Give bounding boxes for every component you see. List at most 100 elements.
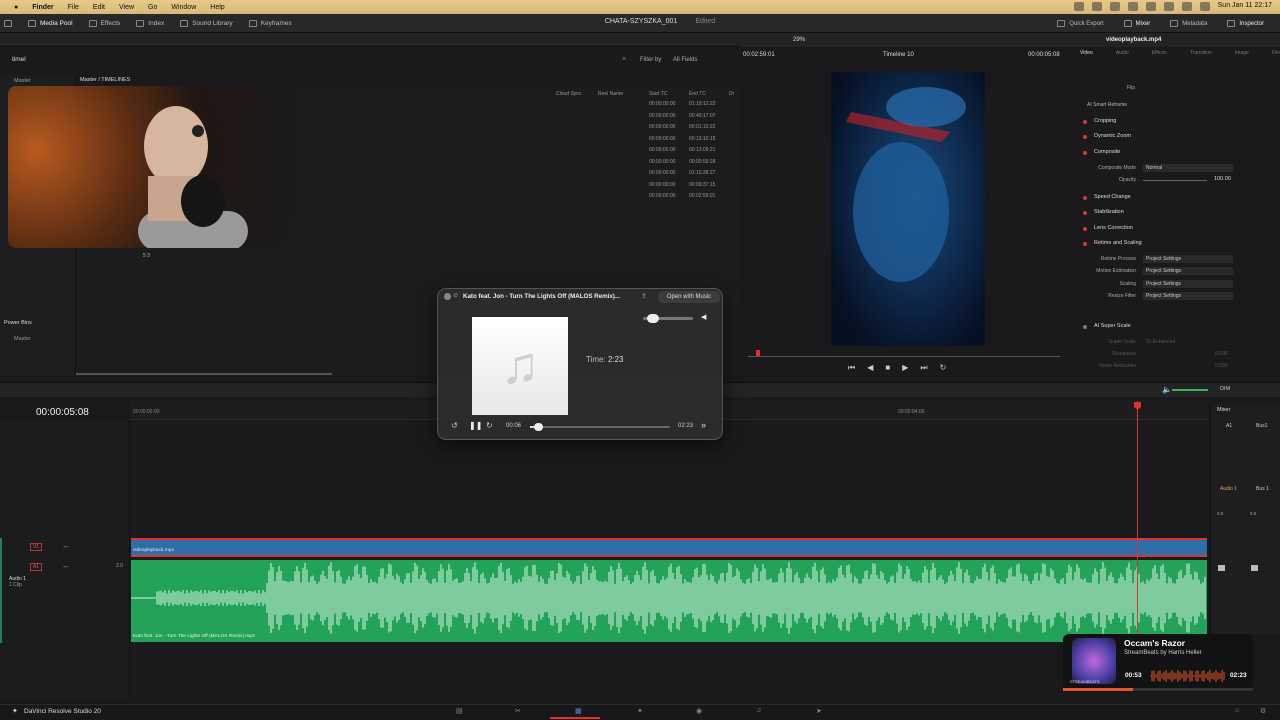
menu-help[interactable]: Help xyxy=(210,4,224,11)
retime-scaling-section[interactable]: Retime and Scaling xyxy=(1094,240,1142,246)
play-icon[interactable]: ▶ xyxy=(902,363,908,373)
quick-export-button[interactable]: Quick Export xyxy=(1049,14,1111,33)
jump-start-icon[interactable]: ⏮ xyxy=(848,363,855,373)
status-tray-icon[interactable] xyxy=(1073,2,1084,11)
fader-a1[interactable] xyxy=(1218,565,1225,571)
section-enable-dot[interactable] xyxy=(1083,135,1087,139)
section-enable-dot[interactable] xyxy=(1083,151,1087,155)
menu-go[interactable]: Go xyxy=(148,4,157,11)
apple-menu-icon[interactable]: ● xyxy=(14,4,18,11)
tab-audio[interactable]: Audio xyxy=(1116,50,1129,56)
ai-smart-reframe-section[interactable]: AI Smart Reframe xyxy=(1087,102,1127,108)
timeline-selector[interactable]: Timeline 10 xyxy=(883,52,914,58)
player-progress-knob[interactable] xyxy=(533,423,543,431)
tab-video[interactable]: Video xyxy=(1080,50,1093,56)
section-enable-dot[interactable] xyxy=(1083,211,1087,215)
menu-view[interactable]: View xyxy=(119,4,134,11)
index-button[interactable]: Index xyxy=(128,14,172,33)
track-lock-icon[interactable]: ↔ xyxy=(62,563,69,570)
dynamic-zoom-section[interactable]: Dynamic Zoom xyxy=(1094,133,1131,139)
media-pool-button[interactable]: Media Pool xyxy=(20,14,81,33)
page-cut-icon[interactable]: ✂ xyxy=(515,707,521,715)
tab-effects[interactable]: Effects xyxy=(1152,50,1167,56)
video-clip[interactable] xyxy=(131,538,1207,557)
search-icon[interactable] xyxy=(1199,2,1210,11)
panel-toggle-button[interactable] xyxy=(0,14,20,33)
page-fairlight-icon[interactable]: ♫ xyxy=(756,707,761,714)
wifi-icon[interactable] xyxy=(1181,2,1192,11)
retime-process-dropdown[interactable]: Project Settings xyxy=(1143,255,1233,263)
page-edit-icon[interactable]: ▦ xyxy=(575,707,582,715)
ai-super-scale-section[interactable]: AI Super Scale xyxy=(1094,323,1131,329)
reverse-icon[interactable]: ◀ xyxy=(867,363,873,373)
power-bins-master[interactable]: Master xyxy=(14,336,31,342)
opacity-slider[interactable] xyxy=(1143,180,1207,181)
scaling-dropdown[interactable]: Project Settings xyxy=(1143,280,1233,288)
clear-search-icon[interactable]: × xyxy=(622,56,626,63)
close-icon[interactable] xyxy=(444,293,451,300)
keyframes-button[interactable]: Keyframes xyxy=(241,14,300,33)
timeline-playhead[interactable] xyxy=(1137,401,1138,641)
section-enable-dot[interactable] xyxy=(1083,120,1087,124)
master-volume-slider[interactable] xyxy=(1172,389,1208,391)
tab-transition[interactable]: Transition xyxy=(1190,50,1212,56)
status-tray-icon[interactable] xyxy=(1109,2,1120,11)
player-progress-track[interactable] xyxy=(530,426,670,428)
section-enable-dot[interactable] xyxy=(1083,196,1087,200)
menu-window[interactable]: Window xyxy=(171,4,196,11)
effects-button[interactable]: Effects xyxy=(81,14,129,33)
v1-track-label[interactable]: V1 xyxy=(30,543,42,551)
a1-track-label[interactable]: A1 xyxy=(30,563,42,571)
resize-filter-dropdown[interactable]: Project Settings xyxy=(1143,292,1233,300)
speaker-icon[interactable]: 🔈 xyxy=(1162,385,1172,394)
menu-file[interactable]: File xyxy=(68,4,79,11)
tab-file[interactable]: File xyxy=(1272,50,1280,56)
home-icon[interactable]: ⌂ xyxy=(1235,707,1239,714)
audio-clip[interactable] xyxy=(131,560,1207,642)
status-tray-icon[interactable] xyxy=(1091,2,1102,11)
status-tray-icon[interactable] xyxy=(1163,2,1174,11)
page-media-icon[interactable]: ▤ xyxy=(456,707,463,715)
bin-master[interactable]: Master xyxy=(14,78,31,84)
lens-correction-section[interactable]: Lens Correction xyxy=(1094,225,1133,231)
next-track-icon[interactable]: » xyxy=(701,420,706,430)
tab-image[interactable]: Image xyxy=(1235,50,1249,56)
inspector-button[interactable]: Inspector xyxy=(1219,14,1272,33)
composite-section[interactable]: Composite xyxy=(1094,149,1120,155)
menubar-clock[interactable]: Sun Jan 11 22:17 xyxy=(1218,2,1272,11)
menu-finder[interactable]: Finder xyxy=(32,4,53,11)
mixer-button[interactable]: Mixer xyxy=(1116,14,1159,33)
track-lock-icon[interactable]: ↔ xyxy=(62,543,69,550)
section-enable-dot[interactable] xyxy=(1083,227,1087,231)
minimize-icon[interactable]: ⊘ xyxy=(453,292,458,299)
column-header-end-tc[interactable]: End TC xyxy=(689,91,706,97)
search-input[interactable]: timel xyxy=(12,56,26,63)
column-header-duration[interactable]: Dr xyxy=(729,91,734,97)
settings-gear-icon[interactable]: ⚙ xyxy=(1260,707,1266,715)
horizontal-scrollbar[interactable] xyxy=(76,373,332,375)
skip-forward-icon[interactable]: ↻ xyxy=(486,421,493,430)
loop-icon[interactable]: ↻ xyxy=(940,363,947,373)
composite-mode-dropdown[interactable]: Normal xyxy=(1143,164,1233,172)
stabilization-section[interactable]: Stabilization xyxy=(1094,209,1124,215)
jump-end-icon[interactable]: ⏭ xyxy=(920,363,927,373)
column-header-start-tc[interactable]: Start TC xyxy=(649,91,668,97)
open-with-music-button[interactable]: Open with Music xyxy=(658,291,720,303)
player-volume-knob[interactable] xyxy=(647,314,659,323)
sound-library-button[interactable]: Sound Library xyxy=(172,14,240,33)
cropping-section[interactable]: Cropping xyxy=(1094,118,1116,124)
stop-icon[interactable]: ■ xyxy=(885,363,890,373)
viewer-scrub-bar[interactable] xyxy=(748,356,1060,357)
skip-back-icon[interactable]: ↺ xyxy=(451,421,458,430)
opacity-value[interactable]: 100.00 xyxy=(1214,176,1231,182)
column-header-reel-name[interactable]: Reel Name xyxy=(598,91,623,97)
column-header-cloud-sync[interactable]: Cloud Sync xyxy=(556,91,582,97)
fader-bus1[interactable] xyxy=(1251,565,1258,571)
zoom-level[interactable]: 29% xyxy=(793,37,805,43)
menu-edit[interactable]: Edit xyxy=(93,4,105,11)
section-enable-dot[interactable] xyxy=(1083,242,1087,246)
status-tray-icon[interactable] xyxy=(1145,2,1156,11)
pause-icon[interactable]: ❚❚ xyxy=(469,421,482,430)
viewer-playhead[interactable] xyxy=(756,350,760,356)
status-tray-icon[interactable] xyxy=(1127,2,1138,11)
